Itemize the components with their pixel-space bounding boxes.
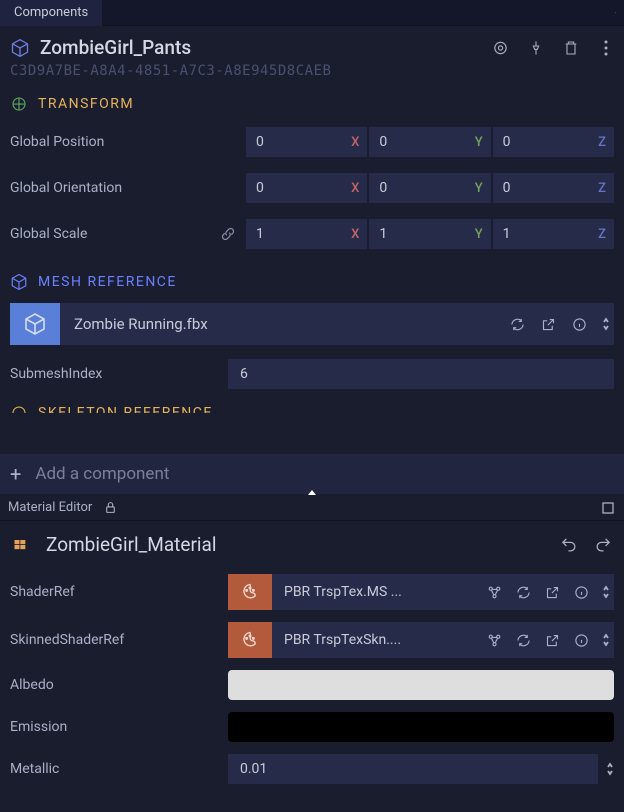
shader-ref-thumb[interactable] xyxy=(228,574,272,610)
orientation-y-input[interactable]: 0Y xyxy=(369,173,490,203)
material-editor-panel: Material Editor ZombieGirl_Material Shad… xyxy=(0,495,624,812)
expand-icon[interactable] xyxy=(602,584,610,601)
section-skeleton-reference[interactable]: SKELETON REFERENCE xyxy=(0,397,624,413)
tab-components[interactable]: Components xyxy=(0,0,102,26)
section-mesh-reference[interactable]: MESH REFERENCE xyxy=(0,257,624,297)
row-submesh-index: SubmeshIndex 6 xyxy=(0,351,624,397)
object-header: ZombieGirl_Pants C3D9A7BE-A8A4-4851-A7C3… xyxy=(0,26,624,79)
label-global-orientation: Global Orientation xyxy=(10,180,210,196)
row-albedo: Albedo xyxy=(0,664,624,706)
material-icon xyxy=(12,535,32,555)
row-shader-ref: ShaderRef PBR TrspTex.MS ... xyxy=(0,568,624,616)
maximize-icon[interactable] xyxy=(599,499,616,516)
row-metallic: Metallic 0.01 xyxy=(0,748,624,790)
skinned-shader-ref-value[interactable]: PBR TrspTexSkn.... xyxy=(272,622,476,658)
label-global-position: Global Position xyxy=(10,134,210,150)
entity-cube-icon xyxy=(10,38,30,58)
add-component-button[interactable]: + Add a component xyxy=(0,454,624,494)
row-global-scale: Global Scale 1X 1Y 1Z xyxy=(0,211,624,257)
albedo-color[interactable] xyxy=(228,670,614,700)
metallic-input[interactable]: 0.01 xyxy=(228,754,598,784)
position-z-input[interactable]: 0Z xyxy=(493,127,614,157)
material-header: ZombieGirl_Material xyxy=(0,521,624,568)
emission-color[interactable] xyxy=(228,712,614,742)
object-guid: C3D9A7BE-A8A4-4851-A7C3-A8E945D8CAEB xyxy=(10,63,614,79)
more-vert-icon[interactable] xyxy=(597,39,614,56)
mesh-asset-row: Zombie Running.fbx xyxy=(0,297,624,351)
material-name[interactable]: ZombieGirl_Material xyxy=(46,533,546,556)
mesh-thumb[interactable] xyxy=(10,303,60,345)
orientation-x-input[interactable]: 0X xyxy=(246,173,367,203)
skinned-shader-ref-thumb[interactable] xyxy=(228,622,272,658)
open-external-icon[interactable] xyxy=(544,584,561,601)
trash-icon[interactable] xyxy=(562,39,579,56)
info-icon[interactable] xyxy=(573,584,590,601)
lock-icon[interactable] xyxy=(104,501,118,515)
section-title-mesh: MESH REFERENCE xyxy=(38,274,177,290)
material-tabbar: Material Editor xyxy=(0,495,624,521)
row-global-position: Global Position 0X 0Y 0Z xyxy=(0,119,624,165)
shader-ref-value[interactable]: PBR TrspTex.MS ... xyxy=(272,574,476,610)
expand-icon[interactable] xyxy=(602,632,610,649)
target-icon[interactable] xyxy=(492,39,509,56)
graph-icon[interactable] xyxy=(486,584,503,601)
row-global-orientation: Global Orientation 0X 0Y 0Z xyxy=(0,165,624,211)
components-tabbar: Components xyxy=(0,0,624,26)
transform-icon xyxy=(10,95,28,113)
refresh-icon[interactable] xyxy=(515,632,532,649)
row-emission: Emission xyxy=(0,706,624,748)
label-albedo: Albedo xyxy=(10,677,220,693)
row-skinned-shader-ref: SkinnedShaderRef PBR TrspTexSkn.... xyxy=(0,616,624,664)
label-submesh-index: SubmeshIndex xyxy=(10,366,220,382)
scale-x-input[interactable]: 1X xyxy=(246,219,367,249)
plus-icon: + xyxy=(10,462,21,486)
skeleton-icon xyxy=(10,404,28,413)
object-name[interactable]: ZombieGirl_Pants xyxy=(40,36,482,59)
expand-icon[interactable] xyxy=(606,761,614,778)
graph-icon[interactable] xyxy=(486,632,503,649)
section-transform[interactable]: TRANSFORM xyxy=(0,79,624,119)
scale-y-input[interactable]: 1Y xyxy=(369,219,490,249)
open-external-icon[interactable] xyxy=(540,316,557,333)
section-title-transform: TRANSFORM xyxy=(38,96,134,112)
expand-icon[interactable] xyxy=(602,316,610,333)
redo-icon[interactable] xyxy=(595,536,612,553)
label-global-scale: Global Scale xyxy=(10,226,210,242)
scale-z-input[interactable]: 1Z xyxy=(493,219,614,249)
open-external-icon[interactable] xyxy=(544,632,561,649)
submesh-index-input[interactable]: 6 xyxy=(228,359,614,389)
maximize-icon[interactable] xyxy=(607,4,624,21)
orientation-z-input[interactable]: 0Z xyxy=(493,173,614,203)
position-x-input[interactable]: 0X xyxy=(246,127,367,157)
mesh-asset-name[interactable]: Zombie Running.fbx xyxy=(60,303,499,345)
mesh-icon xyxy=(10,273,28,291)
position-y-input[interactable]: 0Y xyxy=(369,127,490,157)
label-skinned-shader-ref: SkinnedShaderRef xyxy=(10,632,220,648)
refresh-icon[interactable] xyxy=(515,584,532,601)
label-shader-ref: ShaderRef xyxy=(10,584,220,600)
label-metallic: Metallic xyxy=(10,761,220,777)
info-icon[interactable] xyxy=(573,632,590,649)
refresh-icon[interactable] xyxy=(509,316,526,333)
info-icon[interactable] xyxy=(571,316,588,333)
link-scale-icon[interactable] xyxy=(218,226,238,242)
section-title-skeleton: SKELETON REFERENCE xyxy=(38,405,213,413)
pin-icon[interactable] xyxy=(527,39,544,56)
tab-material-editor[interactable]: Material Editor xyxy=(8,500,92,515)
label-emission: Emission xyxy=(10,719,220,735)
undo-icon[interactable] xyxy=(560,536,577,553)
